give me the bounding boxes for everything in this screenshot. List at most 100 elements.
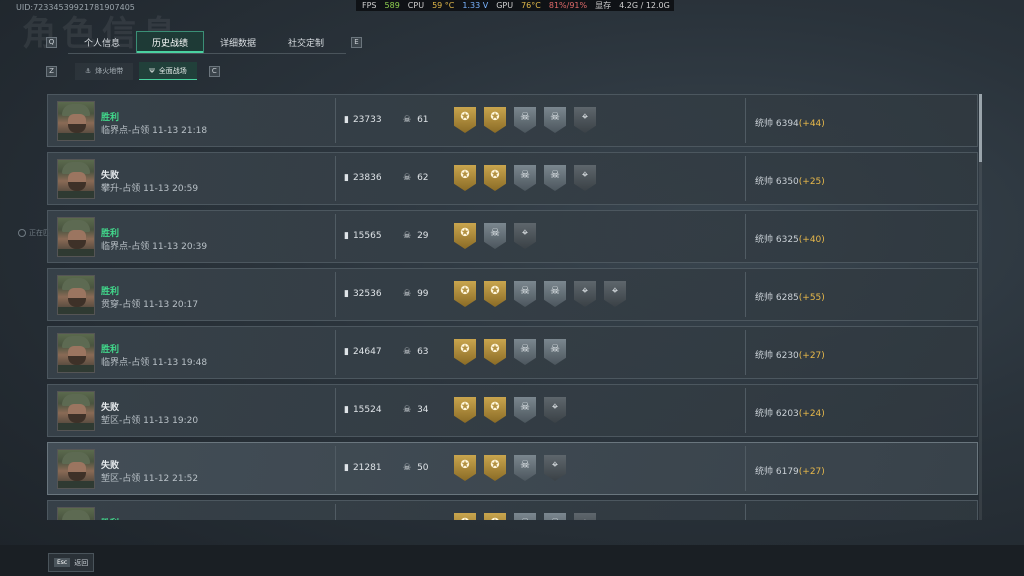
medal-badge-icon[interactable]: ✪ xyxy=(454,339,476,365)
match-row[interactable]: 胜利 临界点-占领 11-13 21:18 ▮ 23733 ☠ 61 ✪ ✪ ☠… xyxy=(47,94,978,147)
match-map-time: 堑区-占领 11-13 19:20 xyxy=(101,413,198,426)
medal-badge-icon[interactable]: ✪ xyxy=(454,165,476,191)
divider xyxy=(335,98,336,143)
medal-badge-icon[interactable]: ✪ xyxy=(454,281,476,307)
medal-glyph: ✪ xyxy=(460,458,470,471)
rating-stat: 统帅 6394(+44) xyxy=(755,116,825,129)
medal-badge-icon[interactable]: ☠ xyxy=(544,339,566,365)
medal-badge-icon[interactable]: ✪ xyxy=(484,281,506,307)
medal-badge-icon[interactable]: ✪ xyxy=(454,107,476,133)
gpu-label: GPU xyxy=(496,1,514,10)
avatar-body xyxy=(58,307,94,314)
medal-badge-icon[interactable]: ⌖ xyxy=(544,397,566,423)
key-hint-q[interactable]: Q xyxy=(46,36,57,48)
medal-badge-icon[interactable]: ☠ xyxy=(544,281,566,307)
subtab-warfare[interactable]: Ψ 全面战场 xyxy=(139,62,197,80)
rating-delta: (+44) xyxy=(798,119,825,129)
key-hint-z[interactable]: Z xyxy=(46,65,57,77)
medal-badge-icon[interactable]: ✪ xyxy=(484,513,506,520)
medal-badge-icon[interactable]: ✪ xyxy=(484,165,506,191)
rating-value: 统帅 6230 xyxy=(755,351,799,361)
subtab-warfare-label: 全面战场 xyxy=(158,66,187,75)
score-stat: ▮ 24647 xyxy=(344,347,382,357)
tab-detailed-data[interactable]: 详细数据 xyxy=(204,31,272,53)
medal-badge-icon[interactable]: ☠ xyxy=(544,107,566,133)
medal-badge-icon[interactable]: ✪ xyxy=(454,397,476,423)
medal-badge-icon[interactable]: ✪ xyxy=(484,107,506,133)
score-stat: ▮ 21281 xyxy=(344,463,382,473)
match-row[interactable]: 胜利 贯穿-占领 11-13 20:17 ▮ 32536 ☠ 99 ✪ ✪ ☠ … xyxy=(47,268,978,321)
medal-glyph: ☠ xyxy=(550,342,560,355)
player-avatar xyxy=(57,217,95,257)
medal-badge-icon[interactable]: ✪ xyxy=(484,455,506,481)
medal-badge-icon[interactable]: ☠ xyxy=(514,107,536,133)
cpu-label: CPU xyxy=(407,1,425,10)
medal-badge-icon[interactable]: ☠ xyxy=(514,455,536,481)
medal-glyph: ✪ xyxy=(460,168,470,181)
tab-personal-info[interactable]: 个人信息 xyxy=(68,31,136,53)
medal-badge-icon[interactable]: ⌖ xyxy=(574,281,596,307)
match-result: 失败 xyxy=(101,403,120,413)
medal-badge-icon[interactable]: ☠ xyxy=(544,165,566,191)
medal-badge-icon[interactable]: ✪ xyxy=(454,455,476,481)
medal-list: ✪ ✪ ☠ ⌖ xyxy=(454,397,566,423)
medal-glyph: ✪ xyxy=(490,110,500,123)
medal-glyph: ⌖ xyxy=(611,284,619,297)
medal-glyph: ⌖ xyxy=(581,168,589,181)
medal-badge-icon[interactable]: ☠ xyxy=(544,513,566,520)
kills-stat: ☠ 61 xyxy=(403,115,429,125)
avatar-body xyxy=(58,365,94,372)
medal-badge-icon[interactable]: ☠ xyxy=(514,339,536,365)
medal-badge-icon[interactable]: ✪ xyxy=(454,513,476,520)
medal-badge-icon[interactable]: ☠ xyxy=(514,281,536,307)
player-avatar xyxy=(57,507,95,520)
match-row[interactable]: 胜利 ▮ ☠ ✪ ✪ ☠ ☠ ⌖ xyxy=(47,500,978,520)
kills-stat: ☠ 99 xyxy=(403,289,429,299)
gpu-temp: 76°C xyxy=(521,1,541,10)
medal-badge-icon[interactable]: ⌖ xyxy=(574,165,596,191)
match-row[interactable]: 胜利 临界点-占领 11-13 20:39 ▮ 15565 ☠ 29 ✪ ☠ ⌖… xyxy=(47,210,978,263)
medal-badge-icon[interactable]: ⌖ xyxy=(604,281,626,307)
medal-badge-icon[interactable]: ☠ xyxy=(514,165,536,191)
tab-social-custom[interactable]: 社交定制 xyxy=(272,31,340,53)
footer-bar xyxy=(0,545,1024,576)
score-stat: ▮ 15565 xyxy=(344,231,382,241)
medal-badge-icon[interactable]: ⌖ xyxy=(514,223,536,249)
match-result: 胜利 xyxy=(101,229,120,239)
divider xyxy=(335,388,336,433)
rating-delta: (+55) xyxy=(798,293,825,303)
medal-badge-icon[interactable]: ✪ xyxy=(484,397,506,423)
key-hint-e[interactable]: E xyxy=(351,36,362,48)
medal-badge-icon[interactable]: ✪ xyxy=(484,339,506,365)
match-map-time: 攀升-占领 11-13 20:59 xyxy=(101,181,198,194)
medal-badge-icon[interactable]: ⌖ xyxy=(544,455,566,481)
key-hint-c[interactable]: C xyxy=(208,65,220,77)
medal-badge-icon[interactable]: ☠ xyxy=(514,397,536,423)
fps-label: FPS xyxy=(362,1,377,10)
medal-badge-icon[interactable]: ⌖ xyxy=(574,107,596,133)
match-row[interactable]: 失败 堑区-占领 11-13 19:20 ▮ 15524 ☠ 34 ✪ ✪ ☠ … xyxy=(47,384,978,437)
skull-icon: ☠ xyxy=(403,173,412,183)
rating-stat: 统帅 6285(+55) xyxy=(755,290,825,303)
medal-glyph: ☠ xyxy=(544,516,566,520)
subtab-operations[interactable]: ⚓ 烽火地带 xyxy=(75,62,134,80)
medal-glyph: ✪ xyxy=(490,168,500,181)
match-row[interactable]: 失败 堑区-占领 11-12 21:52 ▮ 21281 ☠ 50 ✪ ✪ ☠ … xyxy=(47,442,978,495)
back-button[interactable]: Esc 返回 xyxy=(48,553,95,572)
medal-glyph: ✪ xyxy=(490,342,500,355)
scrollbar[interactable] xyxy=(979,94,982,520)
match-time: 11-13 19:20 xyxy=(143,416,199,426)
kills-stat: ☠ 62 xyxy=(403,173,429,183)
medal-badge-icon[interactable]: ☠ xyxy=(484,223,506,249)
match-row[interactable]: 失败 攀升-占领 11-13 20:59 ▮ 23836 ☠ 62 ✪ ✪ ☠ … xyxy=(47,152,978,205)
match-result: 胜利 xyxy=(101,516,119,520)
bar-chart-icon: ▮ xyxy=(344,463,349,473)
medal-badge-icon[interactable]: ☠ xyxy=(514,513,536,520)
scrollbar-thumb[interactable] xyxy=(979,94,982,162)
kills-value: 62 xyxy=(417,173,429,183)
match-row[interactable]: 胜利 临界点-占领 11-13 19:48 ▮ 24647 ☠ 63 ✪ ✪ ☠… xyxy=(47,326,978,379)
medal-badge-icon[interactable]: ⌖ xyxy=(574,513,596,520)
tab-match-history[interactable]: 历史战绩 xyxy=(136,31,204,53)
medal-badge-icon[interactable]: ✪ xyxy=(454,223,476,249)
divider xyxy=(335,272,336,317)
